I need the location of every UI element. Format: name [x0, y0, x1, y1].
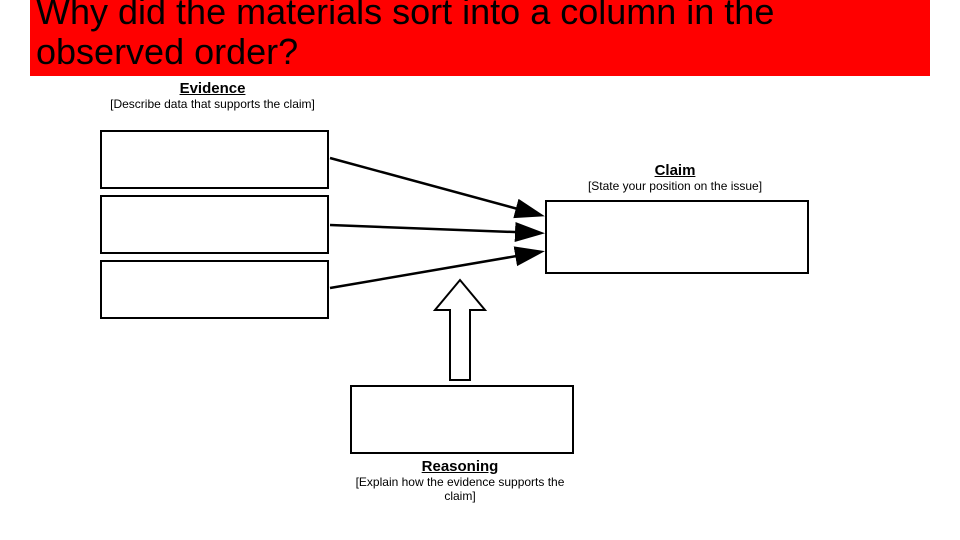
arrow-reasoning-to-claim: [435, 280, 485, 380]
evidence-heading: Evidence: [100, 80, 325, 97]
page-title: Why did the materials sort into a column…: [36, 0, 930, 72]
arrow-evidence2-to-claim: [330, 225, 540, 233]
evidence-box-2: [100, 195, 329, 254]
arrow-evidence1-to-claim: [330, 158, 540, 215]
reasoning-subheading: [Explain how the evidence supports the c…: [350, 475, 570, 503]
evidence-header: Evidence [Describe data that supports th…: [100, 80, 325, 111]
reasoning-header: Reasoning [Explain how the evidence supp…: [350, 458, 570, 503]
reasoning-heading: Reasoning: [350, 458, 570, 475]
title-banner: Why did the materials sort into a column…: [30, 0, 930, 76]
reasoning-box: [350, 385, 574, 454]
evidence-box-3: [100, 260, 329, 319]
claim-header: Claim [State your position on the issue]: [545, 162, 805, 193]
claim-subheading: [State your position on the issue]: [545, 179, 805, 193]
arrow-evidence3-to-claim: [330, 252, 540, 288]
evidence-box-1: [100, 130, 329, 189]
claim-box: [545, 200, 809, 274]
claim-heading: Claim: [545, 162, 805, 179]
evidence-subheading: [Describe data that supports the claim]: [100, 97, 325, 111]
